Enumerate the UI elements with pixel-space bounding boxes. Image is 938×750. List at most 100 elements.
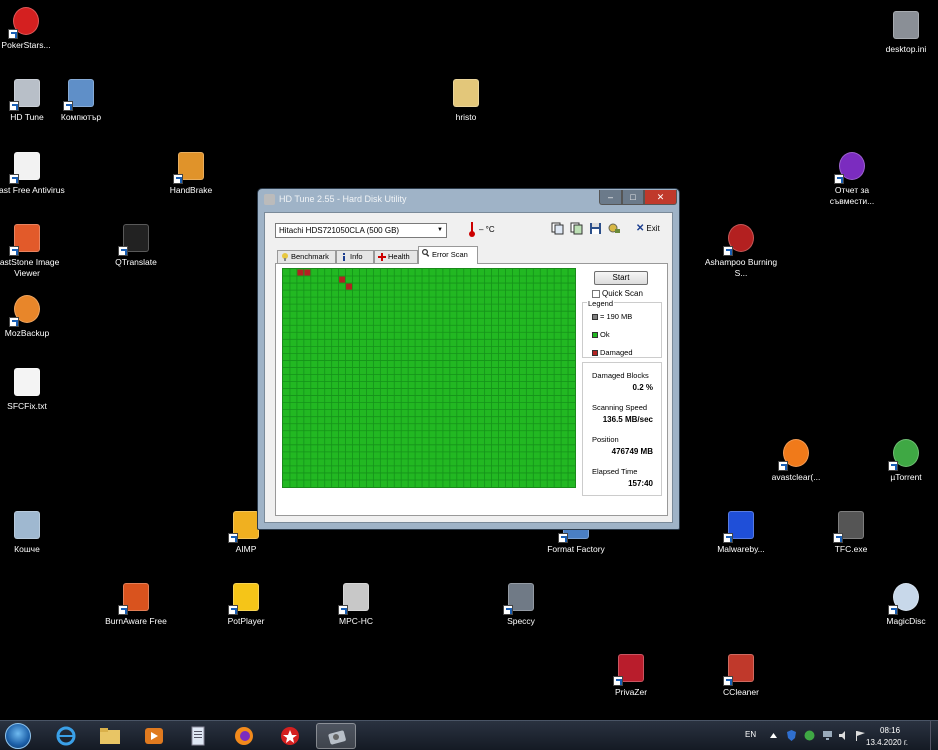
user-folder-icon	[450, 77, 482, 109]
taskbar-item-notepad[interactable]	[178, 723, 218, 749]
chevron-up-icon[interactable]	[768, 730, 779, 741]
desktop-icon-speccy[interactable]: Speccy	[483, 581, 559, 627]
computer-icon	[63, 77, 97, 111]
avast-icon	[778, 437, 812, 471]
desktop-icon-handbrake[interactable]: HandBrake	[153, 150, 229, 196]
legend-label: Ok	[600, 330, 610, 339]
window-title: HD Tune 2.55 - Hard Disk Utility	[279, 194, 407, 204]
shortcut-arrow-icon	[888, 461, 898, 471]
tab-label: Info	[350, 252, 363, 261]
close-icon: ✕	[636, 223, 645, 234]
desktop-icon-desktop-ini[interactable]: desktop.ini	[868, 9, 938, 55]
taskbar-item-firefox[interactable]	[224, 723, 264, 749]
tab-benchmark[interactable]: Benchmark	[277, 250, 336, 263]
privazer-icon	[613, 652, 647, 686]
desktop-icon-label: Avast Free Antivirus	[0, 185, 65, 195]
utorrent-tray-icon[interactable]	[804, 730, 815, 741]
damaged-block	[304, 269, 311, 276]
speccy-icon	[503, 581, 537, 615]
desktop-icon-label: MagicDisc	[886, 616, 926, 626]
desktop-icon-privazer[interactable]: PrivaZer	[593, 652, 669, 698]
desktop-icon-label: hristo	[455, 112, 477, 122]
desktop-icon-mpchc[interactable]: MPC-HC	[318, 581, 394, 627]
ashampoo-icon	[723, 222, 757, 256]
tab-info[interactable]: Info	[336, 250, 374, 263]
shortcut-arrow-icon	[9, 174, 19, 184]
action-center-flag-icon[interactable]	[855, 730, 866, 741]
desktop-icon-hristo[interactable]: hristo	[428, 77, 504, 123]
desktop-icon-label: Кошче	[14, 544, 40, 554]
desktop-icon-malwarebytes[interactable]: Malwareby...	[703, 509, 779, 555]
faststone-icon	[9, 222, 43, 256]
quick-scan-checkbox[interactable]: Quick Scan	[592, 289, 643, 298]
start-button-orb[interactable]	[5, 723, 31, 749]
tab-health[interactable]: Health	[374, 250, 418, 263]
desktop-icon-computer[interactable]: Компютър	[43, 77, 119, 123]
taskbar-item-explorer[interactable]	[90, 723, 130, 749]
clock-date[interactable]: 13.4.2020 г.	[866, 738, 908, 747]
window-titlebar[interactable]: HD Tune 2.55 - Hard Disk Utility – □ ✕	[258, 189, 679, 210]
malwarebytes-icon	[723, 509, 757, 543]
options-icon[interactable]	[608, 222, 621, 235]
desktop-icon-faststone[interactable]: FastStone Image Viewer	[0, 222, 65, 279]
shortcut-arrow-icon	[63, 101, 73, 111]
desktop-icon-magicdisc[interactable]: MagicDisc	[868, 581, 938, 627]
taskbar-item-pokerstars[interactable]	[270, 723, 310, 749]
copy-screenshot-icon[interactable]	[570, 222, 583, 235]
save-icon[interactable]	[589, 222, 602, 235]
clock-time[interactable]: 08:16	[880, 726, 900, 735]
copy-text-icon[interactable]	[551, 222, 564, 235]
mpc-hc-icon	[338, 581, 372, 615]
desktop-icon-recycle[interactable]: Кошче	[0, 509, 65, 555]
desktop-icon-label: Ashampoo Burning S...	[704, 257, 778, 278]
minimize-button[interactable]: –	[599, 190, 622, 205]
shortcut-arrow-icon	[228, 533, 238, 543]
desktop-icon-sfcfix[interactable]: SFCFix.txt	[0, 366, 65, 412]
desktop-icon-label: Format Factory	[547, 544, 605, 554]
desktop-icon-pokerstars[interactable]: PokerStars...	[0, 5, 64, 51]
hdtune-icon	[328, 730, 346, 745]
tab-error-scan[interactable]: Error Scan	[418, 246, 478, 264]
damaged-block	[339, 276, 346, 283]
scanning-speed-label: Scanning Speed	[592, 403, 648, 412]
desktop-icon-label: PrivaZer	[614, 687, 648, 697]
temperature-readout: – °C	[479, 225, 495, 234]
start-button[interactable]: Start	[594, 271, 648, 285]
exit-button[interactable]: ✕ Exit	[636, 223, 660, 234]
desktop-icon-label: HandBrake	[169, 185, 213, 195]
ccleaner-icon	[723, 652, 757, 686]
error-scan-panel: Start Quick Scan Legend = 190 MB Ok Dama…	[275, 263, 668, 516]
taskbar-item-media-player[interactable]	[134, 723, 174, 749]
drive-select[interactable]: Hitachi HDS721050CLA (500 GB) ▼	[275, 223, 447, 238]
close-button[interactable]: ✕	[644, 190, 677, 205]
show-desktop-button[interactable]	[930, 721, 938, 750]
desktop-icon-avastclear[interactable]: avastclear(...	[758, 437, 834, 483]
desktop-icon-potplayer[interactable]: PotPlayer	[208, 581, 284, 627]
thermometer-icon	[469, 222, 475, 237]
shortcut-arrow-icon	[8, 29, 18, 39]
maximize-button[interactable]: □	[622, 190, 644, 205]
desktop-icon-tfc[interactable]: TFC.exe	[813, 509, 889, 555]
desktop-icon-mozbackup[interactable]: MozBackup	[0, 293, 65, 339]
tab-label: Health	[388, 252, 410, 261]
shortcut-arrow-icon	[833, 533, 843, 543]
desktop-icon-ccleaner[interactable]: CCleaner	[703, 652, 779, 698]
volume-icon[interactable]	[838, 730, 849, 741]
desktop-icon-avast-free[interactable]: Avast Free Antivirus	[0, 150, 65, 196]
taskbar-item-hdtune[interactable]	[316, 723, 356, 749]
firefox-icon	[235, 727, 253, 745]
desktop-icon-ashampoo[interactable]: Ashampoo Burning S...	[703, 222, 779, 279]
desktop-icon-label: SFCFix.txt	[7, 401, 47, 411]
desktop-icon-utorrent[interactable]: µTorrent	[868, 437, 938, 483]
hdtune-app-icon	[264, 194, 275, 205]
taskbar-item-internet-explorer[interactable]	[46, 723, 86, 749]
desktop-icon-burnaware[interactable]: BurnAware Free	[98, 581, 174, 627]
shortcut-arrow-icon	[613, 676, 623, 686]
health-icon	[378, 253, 386, 261]
network-icon[interactable]	[822, 730, 833, 741]
antivirus-shield-icon[interactable]	[786, 730, 797, 741]
desktop-icon-qtranslate[interactable]: QTranslate	[98, 222, 174, 268]
checkbox-box[interactable]	[592, 289, 600, 298]
desktop-icon-otchet[interactable]: Отчет за съвмести...	[814, 150, 890, 207]
language-indicator[interactable]: EN	[745, 730, 756, 739]
